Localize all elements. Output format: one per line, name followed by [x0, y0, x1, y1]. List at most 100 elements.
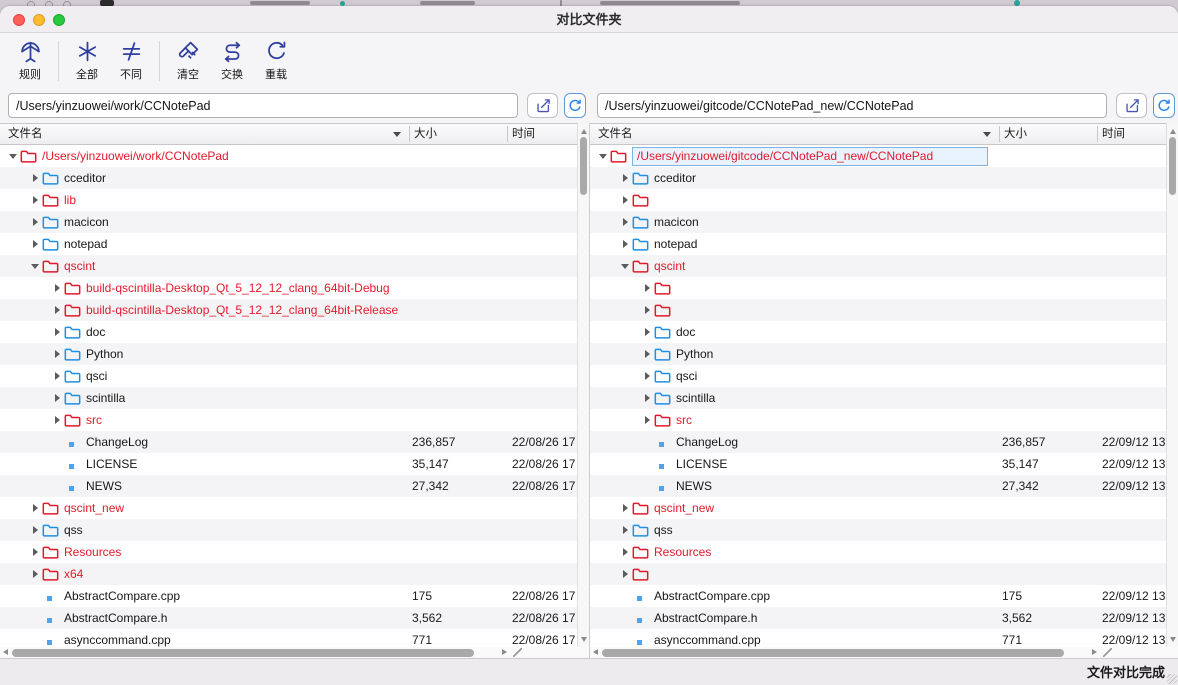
tree-row[interactable]: doc — [0, 321, 589, 343]
tree-row[interactable]: lib — [0, 189, 589, 211]
tree-row[interactable]: scintilla — [0, 387, 589, 409]
right-refresh-button[interactable] — [1153, 93, 1175, 118]
expand-arrow-icon[interactable] — [28, 218, 42, 226]
tree-row[interactable]: /Users/yinzuowei/work/CCNotePad — [0, 145, 589, 167]
left-refresh-button[interactable] — [564, 93, 586, 118]
scroll-right-arrow-icon[interactable] — [1092, 649, 1097, 655]
tree-row[interactable]: Python — [590, 343, 1178, 365]
expand-arrow-icon[interactable] — [618, 218, 632, 226]
expand-arrow-icon[interactable] — [50, 306, 64, 314]
tree-row[interactable]: x64 — [0, 563, 589, 585]
scroll-left-arrow-icon[interactable] — [593, 649, 598, 655]
collapse-arrow-icon[interactable] — [596, 154, 610, 159]
tree-row[interactable]: notepad — [590, 233, 1178, 255]
column-divider[interactable] — [999, 126, 1000, 142]
right-path-input[interactable] — [597, 93, 1107, 118]
tree-row[interactable]: qsci — [0, 365, 589, 387]
tree-row[interactable]: qscint_new — [590, 497, 1178, 519]
clear-button[interactable]: 清空 — [166, 38, 210, 84]
scroll-down-arrow-icon[interactable] — [1170, 637, 1176, 642]
tree-row[interactable]: notepad — [0, 233, 589, 255]
size-column-header[interactable]: 大小 — [414, 124, 504, 144]
tree-row[interactable]: cceditor — [590, 167, 1178, 189]
expand-arrow-icon[interactable] — [50, 350, 64, 358]
expand-arrow-icon[interactable] — [50, 328, 64, 336]
tree-row[interactable]: build-qscintilla-Desktop_Qt_5_12_12_clan… — [0, 299, 589, 321]
tree-row[interactable] — [590, 277, 1178, 299]
collapse-arrow-icon[interactable] — [28, 264, 42, 269]
tree-row[interactable]: AbstractCompare.cpp17522/09/12 13:11 — [590, 585, 1178, 607]
scrollbar-thumb[interactable] — [12, 649, 474, 657]
tree-row[interactable]: AbstractCompare.h3,56222/08/26 17:36 — [0, 607, 589, 629]
left-browse-button[interactable] — [527, 93, 558, 118]
tree-row[interactable]: NEWS27,34222/08/26 17:36 — [0, 475, 589, 497]
tree-row[interactable] — [590, 563, 1178, 585]
tree-row[interactable]: LICENSE35,14722/09/12 13:11 — [590, 453, 1178, 475]
scroll-up-arrow-icon[interactable] — [581, 129, 587, 134]
tree-row[interactable]: Resources — [0, 541, 589, 563]
scroll-up-arrow-icon[interactable] — [1170, 129, 1176, 134]
tree-row[interactable]: asynccommand.cpp77122/08/26 17:36 — [0, 629, 589, 647]
tree-row[interactable]: qss — [0, 519, 589, 541]
expand-arrow-icon[interactable] — [28, 526, 42, 534]
tree-row[interactable]: qscint — [0, 255, 589, 277]
expand-arrow-icon[interactable] — [640, 394, 654, 402]
tree-row[interactable]: cceditor — [0, 167, 589, 189]
scrollbar-thumb[interactable] — [580, 137, 587, 195]
tree-row[interactable]: src — [0, 409, 589, 431]
tree-row[interactable]: doc — [590, 321, 1178, 343]
expand-arrow-icon[interactable] — [618, 526, 632, 534]
splitter-grip-icon[interactable] — [513, 648, 522, 657]
tree-row[interactable]: ChangeLog236,85722/08/26 17:36 — [0, 431, 589, 453]
expand-arrow-icon[interactable] — [50, 284, 64, 292]
expand-arrow-icon[interactable] — [28, 240, 42, 248]
show-all-button[interactable]: 全部 — [65, 38, 109, 84]
filename-column-header[interactable]: 文件名 — [8, 124, 388, 144]
expand-arrow-icon[interactable] — [640, 350, 654, 358]
tree-row[interactable]: NEWS27,34222/09/12 13:11 — [590, 475, 1178, 497]
scroll-left-arrow-icon[interactable] — [3, 649, 8, 655]
expand-arrow-icon[interactable] — [28, 570, 42, 578]
size-column-header[interactable]: 大小 — [1004, 124, 1094, 144]
rules-button[interactable]: 规则 — [8, 38, 52, 84]
expand-arrow-icon[interactable] — [50, 372, 64, 380]
expand-arrow-icon[interactable] — [618, 504, 632, 512]
time-column-header[interactable]: 时间 — [512, 124, 574, 144]
tree-row[interactable]: qscint_new — [0, 497, 589, 519]
time-column-header[interactable]: 时间 — [1102, 124, 1164, 144]
expand-arrow-icon[interactable] — [50, 416, 64, 424]
expand-arrow-icon[interactable] — [618, 174, 632, 182]
expand-arrow-icon[interactable] — [640, 306, 654, 314]
tree-row[interactable]: AbstractCompare.cpp17522/08/26 17:36 — [0, 585, 589, 607]
scroll-down-arrow-icon[interactable] — [581, 637, 587, 642]
tree-row[interactable] — [590, 299, 1178, 321]
column-divider[interactable] — [1097, 126, 1098, 142]
tree-row[interactable]: /Users/yinzuowei/gitcode/CCNotePad_new/C… — [590, 145, 1178, 167]
tree-row[interactable]: LICENSE35,14722/08/26 17:36 — [0, 453, 589, 475]
reload-button[interactable]: 重载 — [254, 38, 298, 84]
expand-arrow-icon[interactable] — [28, 196, 42, 204]
tree-row[interactable]: qscint — [590, 255, 1178, 277]
expand-arrow-icon[interactable] — [50, 394, 64, 402]
left-path-input[interactable] — [8, 93, 518, 118]
expand-arrow-icon[interactable] — [618, 570, 632, 578]
tree-row[interactable] — [590, 189, 1178, 211]
tree-row[interactable]: ChangeLog236,85722/09/12 13:11 — [590, 431, 1178, 453]
tree-row[interactable]: AbstractCompare.h3,56222/09/12 13:11 — [590, 607, 1178, 629]
scroll-right-arrow-icon[interactable] — [502, 649, 507, 655]
expand-arrow-icon[interactable] — [640, 372, 654, 380]
tree-row[interactable]: build-qscintilla-Desktop_Qt_5_12_12_clan… — [0, 277, 589, 299]
show-different-button[interactable]: 不同 — [109, 38, 153, 84]
column-divider[interactable] — [507, 126, 508, 142]
collapse-arrow-icon[interactable] — [618, 264, 632, 269]
column-divider[interactable] — [409, 126, 410, 142]
tree-row[interactable]: Resources — [590, 541, 1178, 563]
resize-grip[interactable] — [1167, 674, 1177, 684]
expand-arrow-icon[interactable] — [28, 504, 42, 512]
expand-arrow-icon[interactable] — [618, 196, 632, 204]
tree-row[interactable]: qss — [590, 519, 1178, 541]
tree-row[interactable]: scintilla — [590, 387, 1178, 409]
expand-arrow-icon[interactable] — [618, 548, 632, 556]
expand-arrow-icon[interactable] — [640, 328, 654, 336]
expand-arrow-icon[interactable] — [640, 284, 654, 292]
